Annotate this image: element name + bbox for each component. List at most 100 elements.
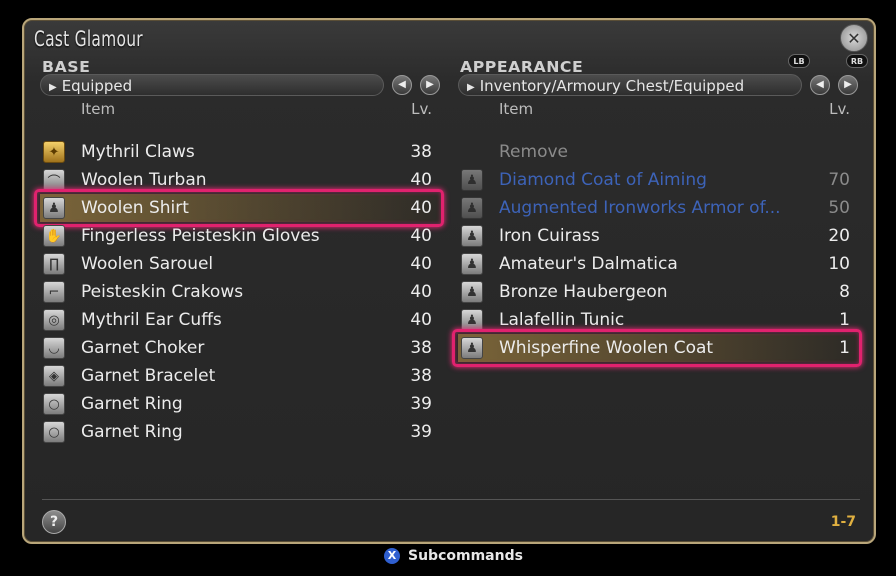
base-item-name: Fingerless Peisteskin Gloves [81,226,320,246]
ring-icon: ○ [43,393,65,415]
body-icon: ♟ [461,169,483,191]
appearance-item-level: 70 [828,170,850,190]
necklace-icon: ◡ [43,337,65,359]
head-icon: ⌒ [43,169,65,191]
ring-icon: ○ [43,421,65,443]
triangle-right-icon: ▶ [467,82,475,93]
base-item-level: 40 [410,310,432,330]
appearance-item-level: 8 [839,282,850,302]
appearance-item-level: 1 [839,310,850,330]
base-item-level: 40 [410,282,432,302]
base-item-name: Peisteskin Crakows [81,282,244,302]
base-list-item[interactable]: ✦ Mythril Claws 38 [40,138,442,166]
base-item-level: 39 [410,394,432,414]
base-list-item[interactable]: ⌒ Woolen Turban 40 [40,166,442,194]
weapon-claws-icon: ✦ [43,141,65,163]
appearance-list-item[interactable]: ♟ Diamond Coat of Aiming 70 [458,166,860,194]
body-icon: ♟ [43,197,65,219]
appearance-list-item[interactable]: ♟ Lalafellin Tunic 1 [458,306,860,334]
base-list-item[interactable]: ∏ Woolen Sarouel 40 [40,250,442,278]
legs-icon: ∏ [43,253,65,275]
base-item-name: Woolen Sarouel [81,254,214,274]
base-list-item[interactable]: ✋ Fingerless Peisteskin Gloves 40 [40,222,442,250]
base-item-level: 38 [410,142,432,162]
base-item-level: 39 [410,422,432,442]
base-filter-dropdown[interactable]: ▶ Equipped [40,74,384,96]
base-item-list: ✦ Mythril Claws 38 ⌒ Woolen Turban 40 ♟ Woolen … [34,138,444,446]
appearance-list-item[interactable]: ♟ Amateur's Dalmatica 10 [458,250,860,278]
base-list-item[interactable]: ○ Garnet Ring 39 [40,390,442,418]
appearance-item-name: Whisperfine Woolen Coat [499,338,714,358]
appearance-item-name: Lalafellin Tunic [499,310,625,330]
appearance-item-name: Remove [499,142,568,162]
earrings-icon: ◎ [43,309,65,331]
base-item-name: Garnet Choker [81,338,205,358]
bracelet-icon: ◈ [43,365,65,387]
base-item-name: Garnet Bracelet [81,366,216,386]
appearance-col-item: Item [499,100,534,118]
base-item-name: Woolen Shirt [81,198,189,218]
appearance-list-item[interactable]: ♟ Bronze Haubergeon 8 [458,278,860,306]
base-item-level: 40 [410,226,432,246]
subcommands-hint[interactable]: X Subcommands [384,548,523,564]
base-item-name: Garnet Ring [81,394,183,414]
rb-button-icon[interactable]: RB [846,54,868,68]
appearance-item-list: Remove ♟ Diamond Coat of Aiming 70 ♟ Augmente… [452,138,862,367]
hands-icon: ✋ [43,225,65,247]
appearance-item-name: Iron Cuirass [499,226,600,246]
appearance-prev-icon[interactable]: ◀ [810,75,830,95]
appearance-next-icon[interactable]: ▶ [838,75,858,95]
appearance-item-name: Bronze Haubergeon [499,282,668,302]
base-item-level: 38 [410,366,432,386]
feet-icon: ⌐ [43,281,65,303]
appearance-item-level: 20 [828,226,850,246]
appearance-col-lv: Lv. [829,100,850,118]
body-icon: ♟ [461,253,483,275]
cast-glamour-window: Cast Glamour ✕ BASE ▶ Equipped ◀ ▶ Item L… [22,18,876,544]
triangle-right-icon: ▶ [49,82,57,93]
close-icon[interactable]: ✕ [840,24,868,52]
base-item-name: Mythril Ear Cuffs [81,310,222,330]
appearance-item-level: 1 [839,338,850,358]
appearance-list-item[interactable]: Remove [458,138,860,166]
appearance-filter-label: Inventory/Armoury Chest/Equipped [479,77,745,95]
appearance-item-name: Augmented Ironworks Armor of... [499,198,781,218]
appearance-item-name: Diamond Coat of Aiming [499,170,707,190]
appearance-item-name: Amateur's Dalmatica [499,254,678,274]
base-list-item[interactable]: ◡ Garnet Choker 38 [40,334,442,362]
base-col-lv: Lv. [411,100,432,118]
base-item-level: 40 [410,254,432,274]
appearance-list-item[interactable]: ♟ Augmented Ironworks Armor of... 50 [458,194,860,222]
appearance-list-item[interactable]: ♟ Iron Cuirass 20 [458,222,860,250]
base-list-item[interactable]: ◈ Garnet Bracelet 38 [40,362,442,390]
appearance-item-level: 50 [828,198,850,218]
base-item-name: Mythril Claws [81,142,195,162]
appearance-list-item[interactable]: ♟ Whisperfine Woolen Coat 1 [452,329,862,367]
base-prev-icon[interactable]: ◀ [392,75,412,95]
base-item-level: 38 [410,338,432,358]
base-list-item[interactable]: ○ Garnet Ring 39 [40,418,442,446]
base-item-name: Garnet Ring [81,422,183,442]
page-count: 1-7 [830,514,856,530]
window-title: Cast Glamour [34,27,143,51]
help-icon[interactable]: ? [42,510,66,534]
base-item-name: Woolen Turban [81,170,207,190]
body-icon: ♟ [461,281,483,303]
base-list-item[interactable]: ◎ Mythril Ear Cuffs 40 [40,306,442,334]
body-icon: ♟ [461,309,483,331]
x-button-icon: X [384,548,400,564]
body-icon: ♟ [461,337,483,359]
base-list-item[interactable]: ⌐ Peisteskin Crakows 40 [40,278,442,306]
lb-button-icon[interactable]: LB [788,54,810,68]
base-item-level: 40 [410,198,432,218]
appearance-item-level: 10 [828,254,850,274]
base-col-item: Item [81,100,116,118]
subcommands-label: Subcommands [408,548,523,564]
base-filter-label: Equipped [61,77,133,95]
base-next-icon[interactable]: ▶ [420,75,440,95]
body-icon: ♟ [461,225,483,247]
appearance-filter-dropdown[interactable]: ▶ Inventory/Armoury Chest/Equipped [458,74,802,96]
base-item-level: 40 [410,170,432,190]
footer-divider [42,499,860,500]
base-list-item[interactable]: ♟ Woolen Shirt 40 [34,189,444,227]
